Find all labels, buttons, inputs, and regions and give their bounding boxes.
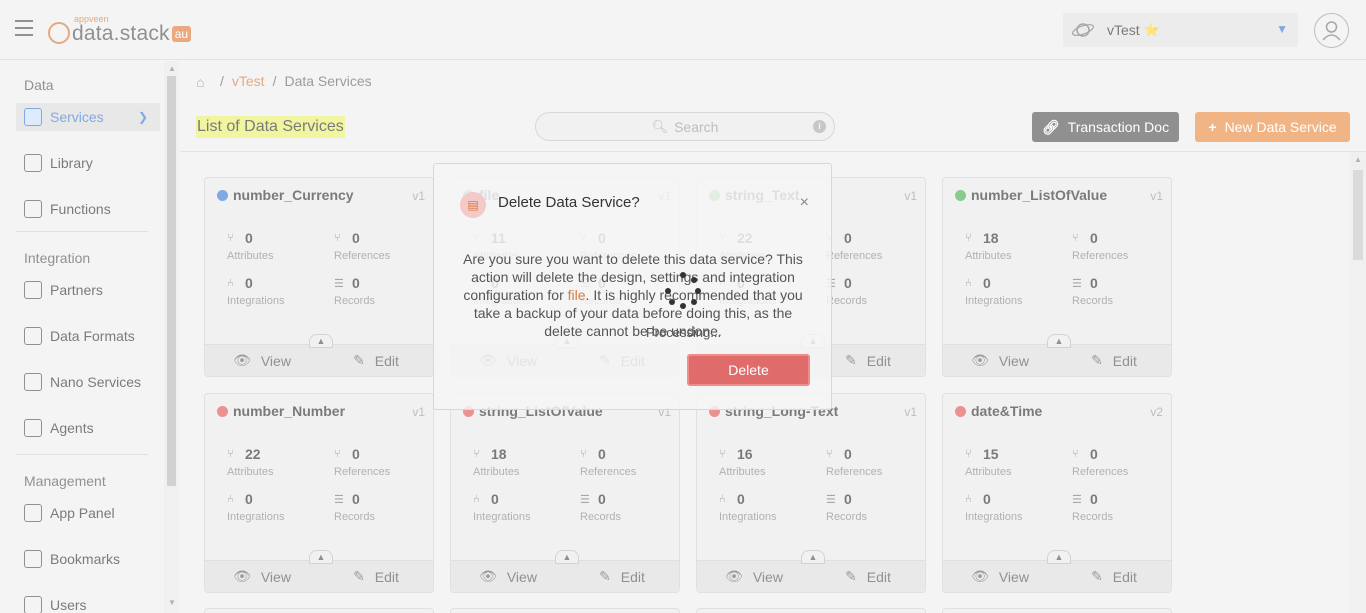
processing-text: Processing... <box>646 325 722 340</box>
loading-spinner-icon <box>665 272 701 309</box>
modal-title: Delete Data Service? <box>498 194 640 211</box>
close-icon[interactable]: × <box>800 194 809 212</box>
data-service-icon: ▤ <box>460 192 486 218</box>
delete-button[interactable]: Delete <box>687 354 810 386</box>
modal-service-name: file <box>567 287 586 303</box>
delete-service-modal: ▤ Delete Data Service? × Are you sure yo… <box>433 163 832 410</box>
modal-message: Are you sure you want to delete this dat… <box>458 250 808 340</box>
